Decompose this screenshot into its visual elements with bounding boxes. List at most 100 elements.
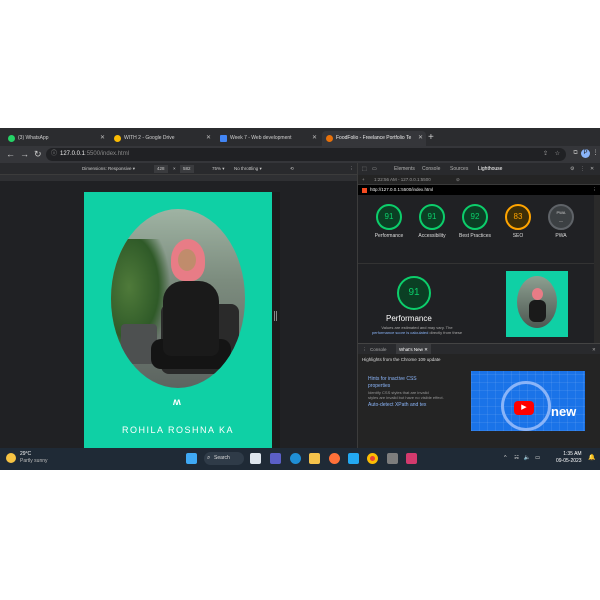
sun-icon [6, 453, 16, 463]
profile-avatar[interactable]: P [581, 149, 590, 158]
gauge-best-practices[interactable]: 92 Best Practices [458, 204, 492, 240]
star-icon[interactable]: ☆ [555, 148, 560, 161]
wifi-icon[interactable]: ☵ [514, 455, 519, 461]
lighthouse-url-bar: http://127.0.0.1:5500/index.html ⋮ [358, 185, 600, 195]
device-icon[interactable]: ▭ [372, 163, 377, 175]
gauge-performance[interactable]: 91 Performance [372, 204, 406, 240]
task-view-icon[interactable] [250, 453, 261, 464]
time: 1:35 AM [563, 451, 582, 457]
tab-console[interactable]: Console [422, 163, 440, 175]
tab-foodfolio[interactable]: FoodFolio - Freelance Portfolio Te ✕ [322, 131, 426, 146]
browser-screen: (3) WhatsApp ✕ WITH 2 - Google Drive ✕ W… [0, 128, 600, 470]
app-icon[interactable] [387, 453, 398, 464]
vscode-icon[interactable] [348, 453, 359, 464]
feature-description: styles are invalid but have no visible e… [368, 395, 444, 400]
gauge-accessibility[interactable]: 91 Accessibility [415, 204, 449, 240]
gauge-label: Best Practices [459, 233, 491, 239]
back-arrow-icon[interactable]: ← [6, 148, 15, 160]
whats-new-video[interactable]: ▶ new [471, 371, 585, 431]
lighthouse-url: http://127.0.0.1:5500/index.html [370, 187, 434, 192]
weather-widget[interactable]: 29°C Partly sunny [6, 451, 48, 465]
throttle-select[interactable]: No throttling ▾ [234, 163, 262, 175]
thumbnail-body [529, 300, 546, 322]
youtube-play-icon[interactable]: ▶ [514, 401, 534, 415]
date: 09-05-2023 [556, 458, 582, 464]
file-explorer-icon[interactable] [309, 453, 320, 464]
pwa-badge-text: PWA [556, 210, 566, 215]
inspect-icon[interactable]: ⬚ [362, 163, 367, 175]
tab-sources[interactable]: Sources [450, 163, 468, 175]
volume-icon[interactable]: 🔈 [524, 455, 531, 461]
tab-web-development[interactable]: Week 7 - Web development ✕ [216, 131, 320, 146]
edge-icon[interactable] [290, 453, 301, 464]
menu-icon[interactable]: ⋮ [591, 149, 600, 158]
more-icon[interactable]: ⋮ [593, 185, 598, 195]
new-tab-button[interactable]: + [428, 131, 434, 145]
chrome-icon[interactable] [367, 453, 378, 464]
close-icon[interactable]: ✕ [590, 163, 594, 175]
tab-title: Week 7 - Web development [230, 135, 292, 141]
devtools-tabs: ⬚ ▭ Elements Console Sources Lighthouse … [358, 163, 600, 176]
rotate-icon[interactable]: ⟲ [290, 163, 294, 175]
portfolio-page: ʍ ROHILA ROSHNA KA [84, 192, 272, 448]
extensions-icon[interactable]: ⧉ [571, 149, 580, 158]
battery-icon[interactable]: ▭ [535, 455, 540, 461]
address-toolbar: ← → ↻ ⓘ 127.0.0.1:5500/index.html ⇪ ☆ ⧉ … [0, 146, 600, 163]
windows-start-icon[interactable] [186, 453, 197, 464]
system-tray: ^ ☵ 🔈 ▭ [504, 452, 540, 465]
score-calculated-link[interactable]: performance score is calculated [372, 330, 428, 335]
close-icon[interactable]: ✕ [312, 131, 317, 146]
site-logo[interactable]: ʍ [173, 397, 181, 408]
feature-link[interactable]: properties [368, 383, 464, 390]
report-select[interactable]: 1:22:56 AM - 127.0.0.1:5500 [374, 175, 431, 185]
feature-link[interactable]: Hints for inactive CSS [368, 376, 464, 383]
settings-icon[interactable]: ⚙ [570, 163, 574, 175]
clear-icon[interactable]: ⊘ [456, 175, 460, 185]
performance-section: 91 Performance Values are estimated and … [358, 263, 594, 343]
info-icon[interactable]: ⓘ [51, 148, 57, 161]
temperature: 29°C [20, 451, 32, 457]
dimensions-select[interactable]: Dimensions: Responsive ▾ [82, 163, 135, 175]
notification-bell-icon[interactable]: 🔔 [588, 454, 595, 461]
page-screenshot-thumbnail[interactable] [506, 271, 568, 337]
height-input[interactable]: 582 [180, 165, 194, 173]
close-icon[interactable]: ✕ [418, 131, 423, 146]
whatsapp-icon [8, 135, 15, 142]
windows-taskbar: 29°C Partly sunny ⌕ Search ^ ☵ 🔈 ▭ 1:35 … [0, 448, 600, 470]
gauge-pwa[interactable]: PWA — PWA [544, 204, 578, 240]
gauge-label: PWA [555, 233, 567, 239]
performance-note: Values are estimated and may vary. The p… [358, 325, 476, 335]
url-path: :5500/index.html [85, 151, 130, 157]
width-input[interactable]: 428 [154, 165, 168, 173]
feature-link[interactable]: Auto-detect XPath and tex [368, 402, 464, 409]
resize-handle[interactable] [274, 311, 277, 321]
devtools-panel: ⬚ ▭ Elements Console Sources Lighthouse … [357, 163, 600, 448]
new-report-button[interactable]: + [362, 175, 365, 185]
tab-title: FoodFolio - Freelance Portfolio Te [336, 135, 412, 141]
tab-google-drive[interactable]: WITH 2 - Google Drive ✕ [110, 131, 214, 146]
close-icon[interactable]: ✕ [206, 131, 211, 146]
address-bar[interactable]: ⓘ 127.0.0.1:5500/index.html ⇪ ☆ [46, 148, 566, 161]
zoom-select[interactable]: 75% ▾ [212, 163, 225, 175]
close-icon[interactable]: ✕ [100, 131, 105, 146]
clock[interactable]: 1:35 AM 09-05-2023 [556, 451, 582, 465]
devtools-scrollbar[interactable] [594, 195, 600, 343]
tab-whatsapp[interactable]: (3) WhatsApp ✕ [4, 131, 108, 146]
tray-chevron-icon[interactable]: ^ [504, 455, 507, 461]
pwa-badge: PWA — [548, 204, 574, 230]
reload-icon[interactable]: ↻ [34, 148, 42, 160]
share-icon[interactable]: ⇪ [543, 148, 548, 161]
score-ring: 92 [462, 204, 488, 230]
firefox-icon[interactable] [329, 453, 340, 464]
teams-icon[interactable] [270, 453, 281, 464]
device-menu-icon[interactable]: ⋮ [349, 163, 354, 175]
forward-arrow-icon[interactable]: → [20, 148, 29, 160]
tab-elements[interactable]: Elements [394, 163, 415, 175]
more-icon[interactable]: ⋮ [580, 163, 585, 175]
app-icon[interactable] [406, 453, 417, 464]
gauge-seo[interactable]: 83 SEO [501, 204, 535, 240]
taskbar-search[interactable]: ⌕ Search [204, 452, 244, 465]
drive-icon [114, 135, 121, 142]
drawer-tabs: ⋮ Console What's New ✕ ✕ [358, 343, 600, 355]
url-host: 127.0.0.1 [60, 151, 86, 157]
